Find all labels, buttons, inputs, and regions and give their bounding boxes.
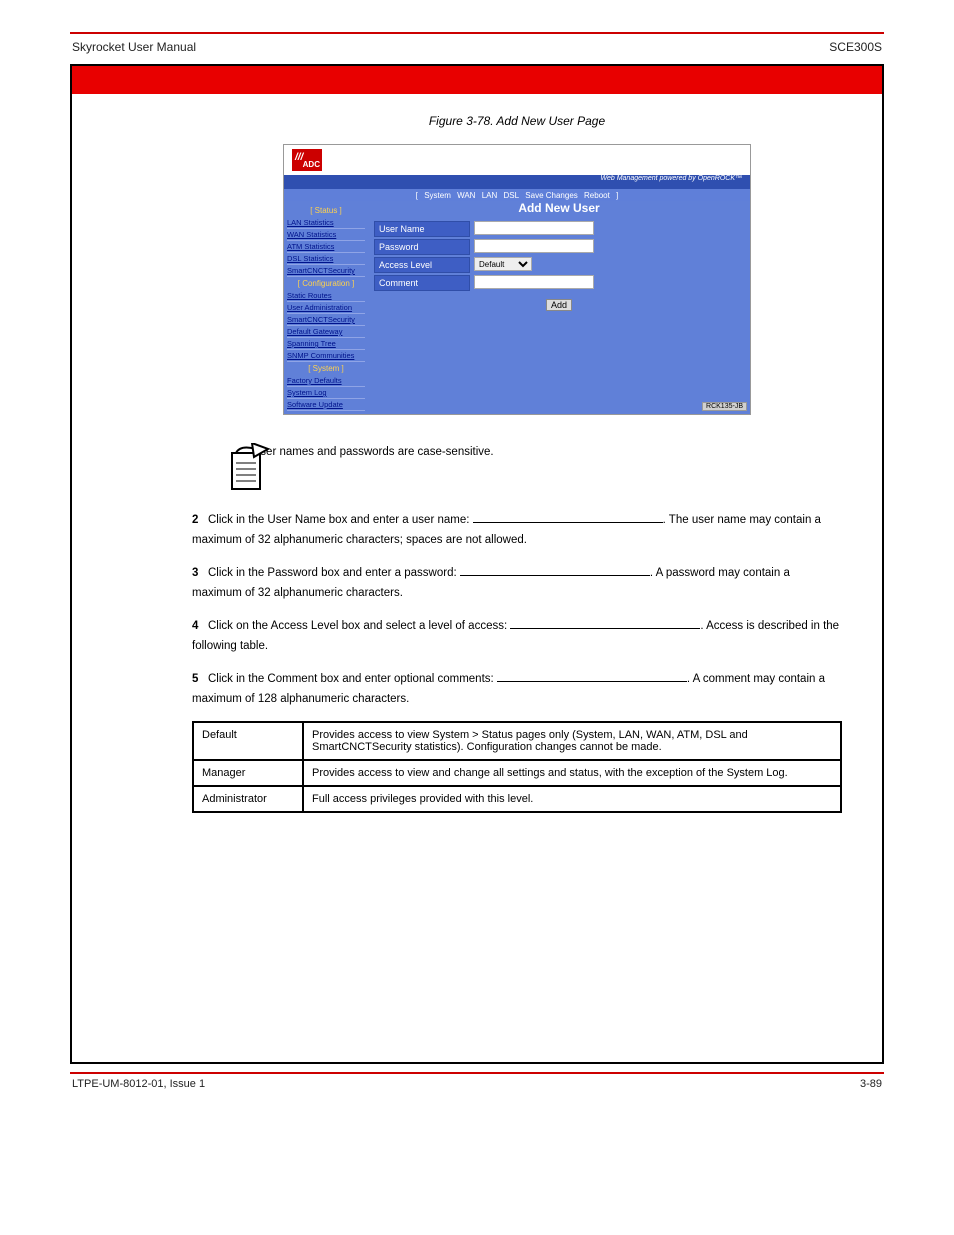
fill-in-username bbox=[473, 511, 663, 523]
cell-desc-admin: Full access privileges provided with thi… bbox=[303, 786, 841, 812]
top-tabs[interactable]: [ System WAN LAN DSL Save Changes Reboot… bbox=[284, 189, 750, 201]
doc-model: SCE300S bbox=[829, 40, 882, 54]
tab-lan[interactable]: LAN bbox=[482, 191, 498, 200]
section-banner bbox=[70, 64, 884, 94]
sidebar-item-smartsec-1[interactable]: SmartCNCTSecurity bbox=[287, 265, 365, 277]
figure-caption: Figure 3-78. Add New User Page bbox=[192, 114, 842, 128]
sidebar-heading-status: [ Status ] bbox=[287, 206, 365, 215]
topbar-text: Web Management powered by OpenROCK™ bbox=[284, 175, 750, 189]
sidebar-item-static-routes[interactable]: Static Routes bbox=[287, 290, 365, 302]
add-user-button[interactable]: Add bbox=[546, 299, 572, 311]
tab-reboot[interactable]: Reboot bbox=[584, 191, 610, 200]
adc-logo: /// ADC bbox=[292, 149, 322, 171]
input-username[interactable] bbox=[474, 221, 594, 235]
label-access-level: Access Level bbox=[374, 257, 470, 273]
sidebar-heading-system: [ System ] bbox=[287, 364, 365, 373]
tab-wan[interactable]: WAN bbox=[457, 191, 475, 200]
input-comment[interactable] bbox=[474, 275, 594, 289]
tab-system[interactable]: System bbox=[424, 191, 451, 200]
sidebar-item-user-admin[interactable]: User Administration bbox=[287, 302, 365, 314]
tab-save-changes[interactable]: Save Changes bbox=[525, 191, 577, 200]
step-4: 4 Click on the Access Level box and sele… bbox=[192, 617, 842, 656]
sidebar-item-dsl-stats[interactable]: DSL Statistics bbox=[287, 253, 365, 265]
sidebar-item-factory-defaults[interactable]: Factory Defaults bbox=[287, 375, 365, 387]
cell-level-manager: Manager bbox=[193, 760, 303, 786]
label-password: Password bbox=[374, 239, 470, 255]
note-icon bbox=[230, 443, 270, 491]
select-access-level[interactable]: Default bbox=[474, 257, 532, 271]
label-username: User Name bbox=[374, 221, 470, 237]
sidebar-item-atm-stats[interactable]: ATM Statistics bbox=[287, 241, 365, 253]
table-row: Manager Provides access to view and chan… bbox=[193, 760, 841, 786]
tab-dsl[interactable]: DSL bbox=[504, 191, 520, 200]
image-tag: RCK135-JB bbox=[702, 402, 747, 411]
form-title: Add New User bbox=[374, 201, 744, 215]
sidebar: [ Status ] LAN Statistics WAN Statistics… bbox=[284, 201, 368, 414]
doc-title: Skyrocket User Manual bbox=[72, 40, 196, 54]
fill-in-comment bbox=[497, 670, 687, 682]
table-row: Administrator Full access privileges pro… bbox=[193, 786, 841, 812]
fill-in-access-level bbox=[510, 617, 700, 629]
sidebar-item-default-gateway[interactable]: Default Gateway bbox=[287, 326, 365, 338]
cell-level-default: Default bbox=[193, 722, 303, 760]
note-text: User names and passwords are case-sensit… bbox=[252, 443, 842, 463]
fill-in-password bbox=[460, 564, 650, 576]
sidebar-item-spanning-tree[interactable]: Spanning Tree bbox=[287, 338, 365, 350]
label-comment: Comment bbox=[374, 275, 470, 291]
screenshot-add-new-user: /// ADC Web Management powered by OpenRO… bbox=[283, 144, 751, 415]
sidebar-item-wan-stats[interactable]: WAN Statistics bbox=[287, 229, 365, 241]
cell-desc-manager: Provides access to view and change all s… bbox=[303, 760, 841, 786]
table-row: Default Provides access to view System >… bbox=[193, 722, 841, 760]
sidebar-item-system-log[interactable]: System Log bbox=[287, 387, 365, 399]
access-level-table: Default Provides access to view System >… bbox=[192, 721, 842, 813]
sidebar-item-snmp[interactable]: SNMP Communities bbox=[287, 350, 365, 362]
sidebar-item-software-update[interactable]: Software Update bbox=[287, 399, 365, 411]
input-password[interactable] bbox=[474, 239, 594, 253]
sidebar-heading-config: [ Configuration ] bbox=[287, 279, 365, 288]
footer-page-number: 3-89 bbox=[860, 1078, 882, 1090]
footer-left: LTPE-UM-8012-01, Issue 1 bbox=[72, 1078, 205, 1090]
cell-desc-default: Provides access to view System > Status … bbox=[303, 722, 841, 760]
step-3: 3 Click in the Password box and enter a … bbox=[192, 564, 842, 603]
step-2: 2 Click in the User Name box and enter a… bbox=[192, 511, 842, 550]
step-5: 5 Click in the Comment box and enter opt… bbox=[192, 670, 842, 709]
cell-level-admin: Administrator bbox=[193, 786, 303, 812]
sidebar-item-smartsec-2[interactable]: SmartCNCTSecurity bbox=[287, 314, 365, 326]
sidebar-item-lan-stats[interactable]: LAN Statistics bbox=[287, 217, 365, 229]
